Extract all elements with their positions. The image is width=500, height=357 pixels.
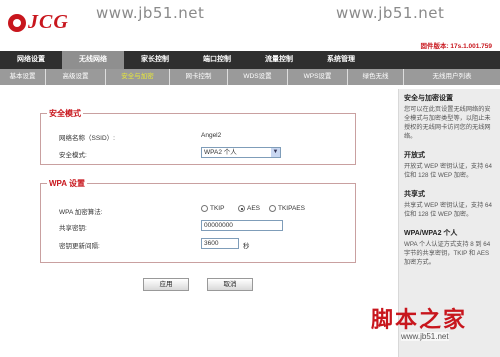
watermark-url-bottom: www.jb51.net [401,332,449,341]
security-mode-select[interactable]: WPA2 个人 ▼ [201,147,281,158]
header: JCG www.jb51.net www.jb51.net 固件版本: 17s.… [0,0,500,50]
ssid-label: 网络名称（SSID）: [59,135,115,142]
nav-system-management[interactable]: 系统管理 [310,51,372,69]
watermark-bottom: 脚本之家 www.jb51.net [371,302,500,357]
subnav-wps[interactable]: WPS设置 [288,69,348,85]
brand-logo: JCG [8,10,80,36]
ssid-value: Angel2 [201,132,222,139]
logo-text: JCG [28,11,69,33]
subnav-nic-control[interactable]: 网卡控制 [170,69,228,85]
logo-swirl-icon [8,14,26,32]
nav-traffic-control[interactable]: 流量控制 [248,51,310,69]
help-text-wpa: WPA 个人认证方式支持 8 到 64 字节的共享密钥，TKIP 和 AES 加… [404,241,491,266]
subnav-basic[interactable]: 基本设置 [0,69,46,85]
algo-tkipaes-radio[interactable]: TKIPAES [269,205,305,212]
cancel-button[interactable]: 取消 [207,278,253,291]
nav-network-settings[interactable]: 网络设置 [0,51,62,69]
help-title-shared: 共享式 [404,191,425,198]
algo-tkip-radio[interactable]: TKIP [201,205,224,212]
help-title-wpa: WPA/WPA2 个人 [404,230,458,237]
help-title-open: 开放式 [404,152,425,159]
main-content: 安全模式 网络名称（SSID）: Angel2 安全模式: WPA2 个人 ▼ … [0,85,392,357]
wpa-algo-label: WPA 加密算法: [59,209,103,216]
nav-port-control[interactable]: 端口控制 [186,51,248,69]
chevron-down-icon: ▼ [271,148,280,157]
help-text-open: 开放式 WEP 密钥认证，支持 64 位和 128 位 WEP 加密。 [404,163,492,179]
main-nav: 网络设置 无线网络 家长控制 端口控制 流量控制 系统管理 [0,51,500,69]
help-title-security: 安全与加密设置 [404,95,453,102]
security-mode-panel: 安全模式 网络名称（SSID）: Angel2 安全模式: WPA2 个人 ▼ [40,108,356,165]
help-text-shared: 共享式 WEP 密钥认证，支持 64 位和 128 位 WEP 加密。 [404,202,492,218]
subnav-advanced[interactable]: 高级设置 [46,69,106,85]
shared-key-input[interactable]: 00000000 [201,220,283,231]
watermark-url-left: www.jb51.net [96,4,205,22]
security-mode-title: 安全模式 [47,108,83,119]
sub-nav: 基本设置 高级设置 安全与加密 网卡控制 WDS设置 WPS设置 绿色无线 无线… [0,69,500,85]
radio-icon [269,205,276,212]
watermark-url-right: www.jb51.net [336,4,445,22]
apply-button[interactable]: 应用 [143,278,189,291]
wpa-settings-panel: WPA 设置 WPA 加密算法: TKIP AES TKIPAES 共享密钥: … [40,178,356,263]
help-text-security: 您可以在此页设置无线网络的安全模式与加密类型等，以阻止未授权的无线网卡访问您的无… [404,106,491,140]
subnav-green-wireless[interactable]: 绿色无线 [348,69,404,85]
algo-aes-radio[interactable]: AES [238,205,260,212]
security-mode-selected: WPA2 个人 [204,149,237,156]
subnav-wds[interactable]: WDS设置 [228,69,288,85]
radio-selected-icon [238,205,245,212]
key-interval-input[interactable]: 3600 [201,238,239,249]
nav-parental-control[interactable]: 家长控制 [124,51,186,69]
subnav-security[interactable]: 安全与加密 [106,69,170,85]
firmware-version: 固件版本: 17s.1.001.759 [420,43,492,50]
security-mode-label: 安全模式: [59,152,87,159]
wpa-settings-title: WPA 设置 [47,178,87,189]
nav-wireless[interactable]: 无线网络 [62,51,124,69]
subnav-wireless-clients[interactable]: 无线用户列表 [404,69,500,85]
key-interval-unit: 秒 [243,243,250,250]
shared-key-label: 共享密钥: [59,225,87,232]
key-interval-label: 密钥更新间隔: [59,243,100,250]
watermark-chars: 脚本之家 [371,308,468,333]
radio-icon [201,205,208,212]
